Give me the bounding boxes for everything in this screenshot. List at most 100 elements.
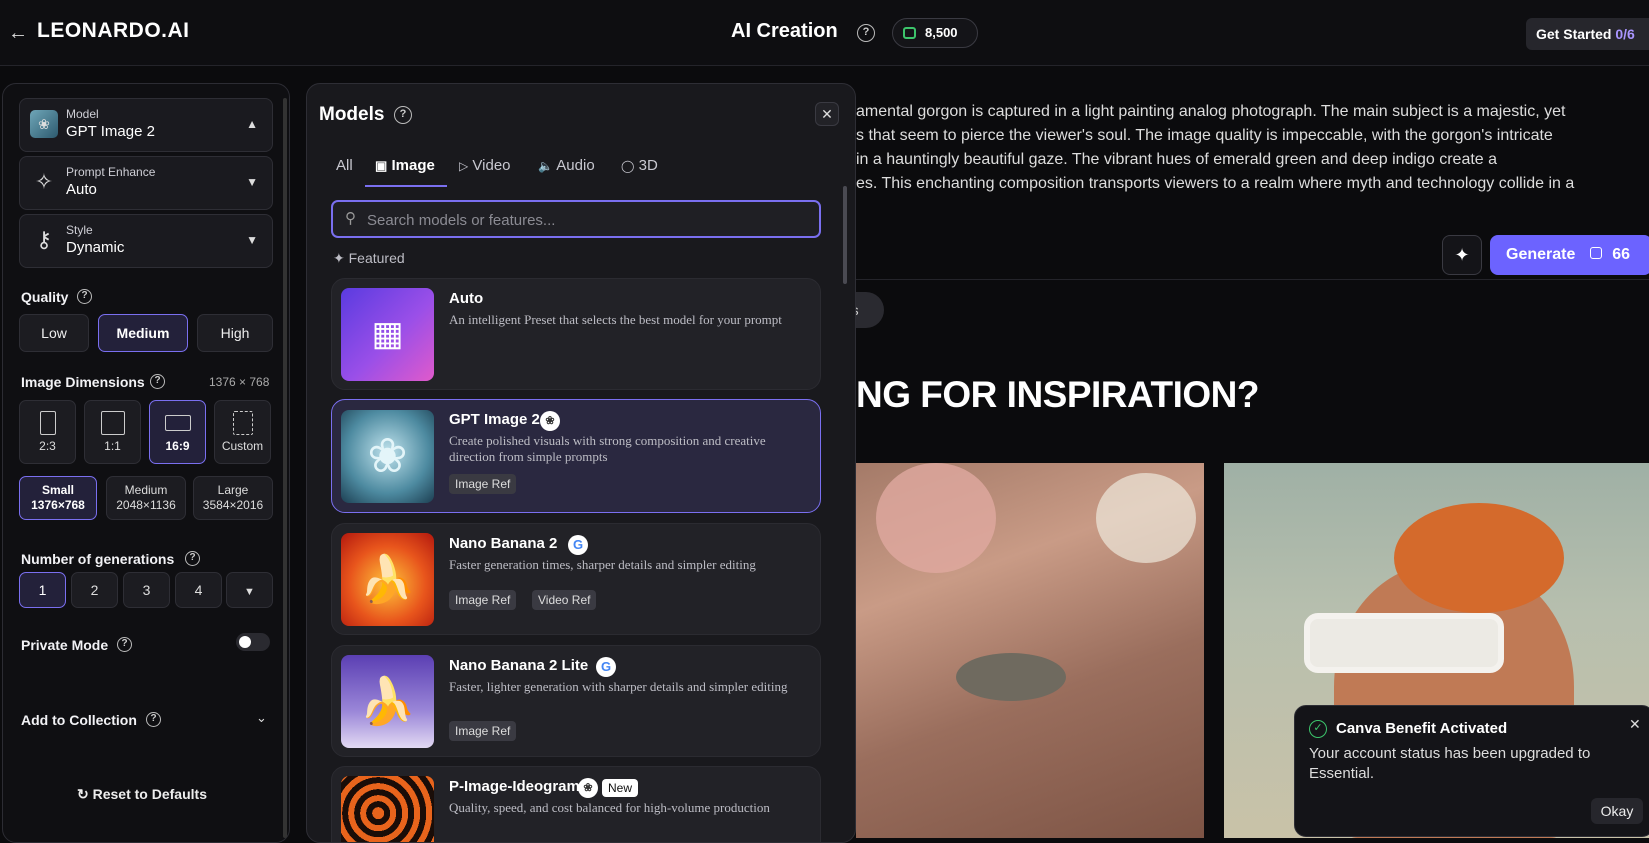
close-icon[interactable]: ✕: [815, 102, 839, 126]
credits-badge[interactable]: 8,500: [892, 18, 978, 48]
inspiration-image-woman-flowers[interactable]: [856, 463, 1204, 838]
google-icon: G: [596, 657, 616, 677]
model-card-gpt-image-2[interactable]: ❀ GPT Image 2 ❀ Create polished visuals …: [331, 399, 821, 513]
close-icon[interactable]: ✕: [1629, 716, 1641, 733]
enhance-prompt-button[interactable]: ✦: [1442, 235, 1482, 275]
ratio-custom-button[interactable]: Custom: [214, 400, 271, 464]
size-name: Medium: [124, 483, 168, 497]
model-card-p-image-ideogram[interactable]: P-Image-Ideogram ❀ New Quality, speed, a…: [331, 766, 821, 842]
custom-ratio-icon: [233, 411, 253, 435]
model-card-auto[interactable]: ▦ Auto An intelligent Preset that select…: [331, 278, 821, 390]
help-icon[interactable]: ?: [77, 289, 92, 304]
ratio-2-3-button[interactable]: 2:3: [19, 400, 76, 464]
quality-low-button[interactable]: Low: [19, 314, 89, 352]
cube-icon: ◯: [621, 159, 635, 173]
get-started-count: 0/6: [1615, 26, 1635, 42]
ratio-16-9-button[interactable]: 16:9: [149, 400, 206, 464]
get-started-label: Get Started: [1536, 26, 1612, 42]
quality-medium-button[interactable]: Medium: [98, 314, 188, 352]
ideogram-icon: ❀: [578, 778, 598, 798]
sunglasses-shape: [1304, 613, 1504, 673]
gpt-image-2-thumbnail: ❀: [341, 410, 434, 503]
tab-3d[interactable]: ◯ 3D: [621, 157, 658, 185]
size-res: 2048×1136: [116, 498, 176, 512]
square-icon: [101, 411, 125, 435]
tab-video[interactable]: ▷ Video: [459, 157, 511, 185]
size-large-button[interactable]: Large 3584×2016: [193, 476, 273, 520]
help-icon[interactable]: ?: [146, 712, 161, 727]
tag-image-ref: Image Ref: [449, 590, 517, 610]
flower-shape: [1096, 473, 1196, 563]
logo[interactable]: LEONARDO.AI: [37, 19, 190, 43]
chevron-down-icon: ▼: [246, 233, 258, 247]
help-icon[interactable]: ?: [185, 551, 200, 566]
featured-text: Featured: [348, 250, 405, 266]
private-mode-toggle[interactable]: [236, 633, 270, 651]
wand-icon: ✦: [333, 250, 345, 266]
sparkle-icon: ✧: [34, 169, 54, 194]
prompt-line: in a hauntingly beautiful gaze. The vibr…: [856, 151, 1498, 168]
model-select-value: GPT Image 2: [66, 123, 155, 140]
dimensions-title: Image Dimensions: [21, 374, 145, 390]
size-medium-button[interactable]: Medium 2048×1136: [106, 476, 186, 520]
size-small-button[interactable]: Small 1376×768: [19, 476, 97, 520]
model-name: Auto: [449, 290, 484, 307]
check-circle-icon: ✓: [1309, 720, 1327, 738]
okay-button[interactable]: Okay: [1591, 798, 1643, 824]
model-description: An intelligent Preset that selects the b…: [449, 312, 782, 327]
model-search[interactable]: ⚲: [331, 200, 821, 238]
private-mode-title: Private Mode: [21, 637, 109, 653]
model-card-nano-banana-2[interactable]: 🍌 Nano Banana 2 G Faster generation time…: [331, 523, 821, 635]
quality-high-button[interactable]: High: [197, 314, 273, 352]
style-select[interactable]: ⚷ Style Dynamic ▼: [19, 214, 273, 268]
ratio-1-1-button[interactable]: 1:1: [84, 400, 141, 464]
generations-3-button[interactable]: 3: [123, 572, 170, 608]
help-icon[interactable]: ?: [394, 106, 412, 124]
coin-icon: [903, 27, 916, 39]
tab-image[interactable]: ▣ Image: [375, 157, 435, 185]
modal-title: Models: [319, 104, 385, 125]
model-description: Faster, lighter generation with sharper …: [449, 679, 788, 694]
tab-all[interactable]: All: [336, 157, 353, 185]
nano-banana-2-thumbnail: 🍌: [341, 533, 434, 626]
model-card-nano-banana-2-lite[interactable]: 🍌 Nano Banana 2 Lite G Faster, lighter g…: [331, 645, 821, 757]
help-icon[interactable]: ?: [150, 374, 165, 389]
model-description: Create polished visuals with strong comp…: [449, 433, 766, 464]
help-icon[interactable]: ?: [117, 637, 132, 652]
tab-audio[interactable]: 🔈 Audio: [538, 157, 595, 185]
generations-2-button[interactable]: 2: [71, 572, 118, 608]
model-name: Nano Banana 2 Lite: [449, 657, 589, 674]
prompt-text[interactable]: amental gorgon is captured in a light pa…: [856, 100, 1646, 196]
generations-1-button[interactable]: 1: [19, 572, 66, 608]
prompt-enhance-value: Auto: [66, 181, 97, 198]
help-icon[interactable]: ?: [857, 24, 875, 42]
tab-video-label: Video: [472, 157, 511, 174]
image-icon: ▣: [375, 158, 388, 173]
tab-audio-label: Audio: [556, 157, 595, 174]
p-image-ideogram-thumbnail: [341, 776, 434, 842]
prompt-line: es. This enchanting composition transpor…: [856, 175, 1575, 192]
scrollbar[interactable]: [843, 186, 847, 284]
search-input[interactable]: [367, 210, 807, 230]
generations-more-button[interactable]: ▼: [226, 572, 273, 608]
arrow-left-icon[interactable]: ←: [8, 22, 30, 44]
tag-image-ref: Image Ref: [449, 721, 517, 741]
scrollbar[interactable]: [283, 98, 287, 838]
model-select[interactable]: ❀ Model GPT Image 2 ▲: [19, 98, 273, 152]
top-bar: ← LEONARDO.AI AI Creation ? 8,500 Get St…: [0, 0, 1649, 66]
chevron-down-icon[interactable]: ⌄: [256, 710, 267, 726]
audio-icon: 🔈: [538, 159, 553, 173]
prompt-enhance-select[interactable]: ✧ Prompt Enhance Auto ▼: [19, 156, 273, 210]
toast-notification: ✓ Canva Benefit Activated ✕ Your account…: [1294, 705, 1649, 837]
prompt-enhance-label: Prompt Enhance: [66, 165, 156, 179]
reset-defaults-button[interactable]: ↻ Reset to Defaults: [77, 786, 207, 803]
sparkle-icon: ✦: [1454, 245, 1470, 265]
generations-4-button[interactable]: 4: [175, 572, 222, 608]
page-title: AI Creation: [731, 20, 838, 42]
get-started-button[interactable]: Get Started 0/6: [1526, 18, 1649, 50]
coin-icon: [1589, 247, 1602, 259]
flower-shape: [876, 463, 996, 573]
reset-label: Reset to Defaults: [92, 786, 207, 802]
add-to-collection-title[interactable]: Add to Collection: [21, 712, 137, 728]
generate-button[interactable]: Generate 66: [1490, 235, 1649, 275]
